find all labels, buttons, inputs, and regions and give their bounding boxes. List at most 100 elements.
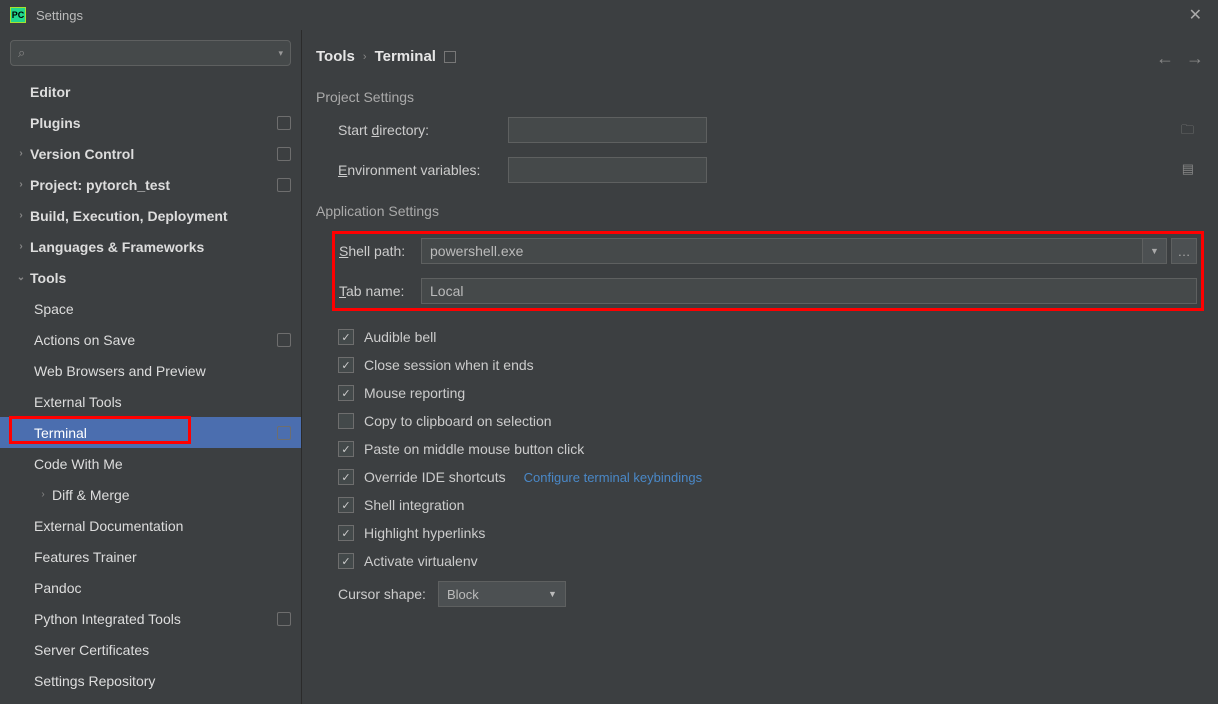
chevron-down-icon[interactable]: ▾: [278, 48, 283, 59]
search-input[interactable]: [10, 40, 291, 66]
project-badge-icon: [277, 147, 291, 161]
checkbox-label: Close session when it ends: [364, 357, 534, 373]
start-directory-label: Start directory:: [338, 122, 508, 138]
checkbox-row-mouse-reporting: Mouse reporting: [316, 385, 1204, 401]
app-icon: PC: [10, 7, 26, 23]
checkbox[interactable]: [338, 385, 354, 401]
checkbox[interactable]: [338, 329, 354, 345]
checkbox-label: Paste on middle mouse button click: [364, 441, 584, 457]
sidebar-item-external-documentation[interactable]: External Documentation: [0, 510, 301, 541]
checkbox[interactable]: [338, 497, 354, 513]
checkbox[interactable]: [338, 553, 354, 569]
checkbox-row-paste-on-middle-mouse-button-click: Paste on middle mouse button click: [316, 441, 1204, 457]
sidebar-item-label: Web Browsers and Preview: [34, 363, 291, 379]
checkbox[interactable]: [338, 469, 354, 485]
checkbox-label: Shell integration: [364, 497, 464, 513]
checkbox-label: Mouse reporting: [364, 385, 465, 401]
sidebar-item-web-browsers-and-preview[interactable]: Web Browsers and Preview: [0, 355, 301, 386]
sidebar-item-label: Editor: [30, 84, 291, 100]
settings-tree: EditorPlugins›Version Control›Project: p…: [0, 76, 301, 704]
chevron-right-icon: ›: [12, 148, 30, 159]
tab-name-input[interactable]: [421, 278, 1197, 304]
sidebar-item-external-tools[interactable]: External Tools: [0, 386, 301, 417]
shell-path-dropdown-icon[interactable]: ▼: [1143, 238, 1167, 264]
checkbox-label: Override IDE shortcuts: [364, 469, 506, 485]
shell-path-input[interactable]: [421, 238, 1143, 264]
sidebar-item-python-integrated-tools[interactable]: Python Integrated Tools: [0, 603, 301, 634]
sidebar-item-build-execution-deployment[interactable]: ›Build, Execution, Deployment: [0, 200, 301, 231]
browse-button[interactable]: …: [1171, 238, 1197, 264]
checkbox-label: Audible bell: [364, 329, 436, 345]
sidebar-item-diff-merge[interactable]: ›Diff & Merge: [0, 479, 301, 510]
chevron-right-icon: ›: [363, 51, 367, 63]
chevron-right-icon: ›: [12, 210, 30, 221]
configure-keybindings-link[interactable]: Configure terminal keybindings: [524, 470, 702, 485]
chevron-right-icon: ›: [12, 241, 30, 252]
cursor-shape-select[interactable]: Block ▼: [438, 581, 566, 607]
project-badge-icon: [444, 51, 456, 63]
sidebar-item-version-control[interactable]: ›Version Control: [0, 138, 301, 169]
project-badge-icon: [277, 333, 291, 347]
list-icon[interactable]: ▤: [1182, 161, 1194, 177]
sidebar-item-space[interactable]: Space: [0, 293, 301, 324]
sidebar-item-actions-on-save[interactable]: Actions on Save: [0, 324, 301, 355]
sidebar-item-terminal[interactable]: Terminal: [0, 417, 301, 448]
cursor-shape-value: Block: [447, 587, 479, 602]
sidebar-item-tools[interactable]: ⌄Tools: [0, 262, 301, 293]
cursor-shape-label: Cursor shape:: [338, 586, 426, 602]
sidebar-item-label: Tools: [30, 270, 291, 286]
sidebar-item-label: Diff & Merge: [52, 487, 291, 503]
sidebar-item-project-pytorch-test[interactable]: ›Project: pytorch_test: [0, 169, 301, 200]
project-badge-icon: [277, 426, 291, 440]
section-title-app: Application Settings: [316, 203, 1204, 219]
sidebar-item-features-trainer[interactable]: Features Trainer: [0, 541, 301, 572]
shell-path-label: Shell path:: [339, 243, 421, 259]
sidebar-item-label: Terminal: [34, 425, 277, 441]
sidebar-item-label: Pandoc: [34, 580, 291, 596]
sidebar: ⌕ ▾ EditorPlugins›Version Control›Projec…: [0, 30, 302, 704]
breadcrumb: Tools › Terminal: [316, 48, 1204, 65]
sidebar-item-editor[interactable]: Editor: [0, 76, 301, 107]
checkbox-row-audible-bell: Audible bell: [316, 329, 1204, 345]
checkbox-label: Copy to clipboard on selection: [364, 413, 552, 429]
sidebar-item-label: External Tools: [34, 394, 291, 410]
checkbox[interactable]: [338, 441, 354, 457]
checkbox[interactable]: [338, 525, 354, 541]
sidebar-item-languages-frameworks[interactable]: ›Languages & Frameworks: [0, 231, 301, 262]
env-vars-label: Environment variables:: [338, 162, 508, 178]
sidebar-item-label: Project: pytorch_test: [30, 177, 277, 193]
sidebar-item-pandoc[interactable]: Pandoc: [0, 572, 301, 603]
sidebar-item-plugins[interactable]: Plugins: [0, 107, 301, 138]
start-directory-input[interactable]: [508, 117, 707, 143]
sidebar-item-label: Actions on Save: [34, 332, 277, 348]
back-icon[interactable]: ←: [1156, 48, 1174, 69]
project-badge-icon: [277, 612, 291, 626]
checkbox-row-close-session-when-it-ends: Close session when it ends: [316, 357, 1204, 373]
checkbox-label: Activate virtualenv: [364, 553, 478, 569]
env-vars-input[interactable]: [508, 157, 707, 183]
titlebar: PC Settings ✕: [0, 0, 1218, 30]
breadcrumb-root[interactable]: Tools: [316, 48, 355, 65]
sidebar-item-label: Code With Me: [34, 456, 291, 472]
sidebar-item-label: Build, Execution, Deployment: [30, 208, 291, 224]
window-title: Settings: [36, 8, 83, 23]
tab-name-label: Tab name:: [339, 283, 421, 299]
checkbox[interactable]: [338, 357, 354, 373]
forward-icon[interactable]: →: [1186, 48, 1204, 69]
sidebar-item-server-certificates[interactable]: Server Certificates: [0, 634, 301, 665]
folder-icon[interactable]: 🗀: [1181, 121, 1194, 143]
section-title-project: Project Settings: [316, 89, 1204, 105]
close-icon[interactable]: ✕: [1183, 5, 1208, 25]
sidebar-item-code-with-me[interactable]: Code With Me: [0, 448, 301, 479]
checkbox-row-activate-virtualenv: Activate virtualenv: [316, 553, 1204, 569]
sidebar-item-label: Features Trainer: [34, 549, 291, 565]
checkbox-row-override-ide-shortcuts: Override IDE shortcuts Configure terminal…: [316, 469, 1204, 485]
sidebar-item-label: External Documentation: [34, 518, 291, 534]
breadcrumb-current: Terminal: [375, 48, 436, 65]
checkbox[interactable]: [338, 413, 354, 429]
sidebar-item-settings-repository[interactable]: Settings Repository: [0, 665, 301, 696]
checkbox-row-copy-to-clipboard-on-selection: Copy to clipboard on selection: [316, 413, 1204, 429]
sidebar-item-label: Python Integrated Tools: [34, 611, 277, 627]
chevron-down-icon: ⌄: [12, 272, 30, 283]
sidebar-item-label: Plugins: [30, 115, 277, 131]
